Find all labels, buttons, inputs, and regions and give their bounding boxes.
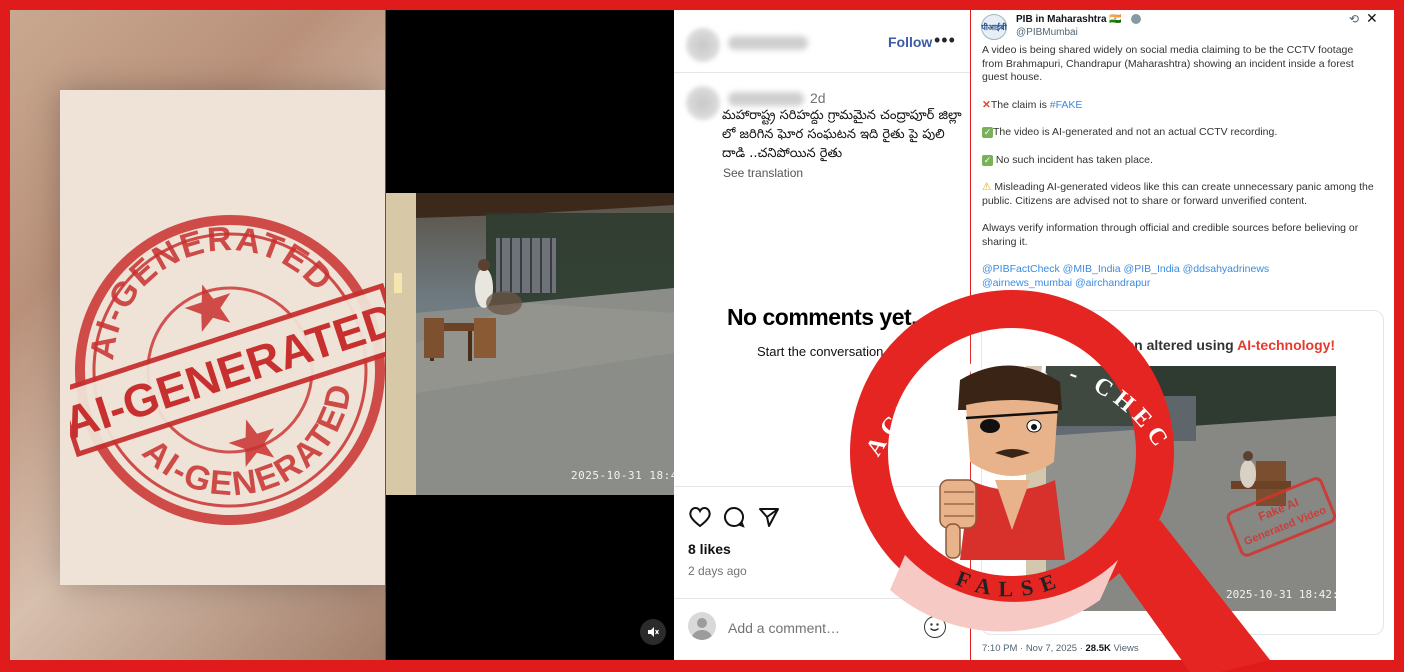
header-divider <box>674 72 970 73</box>
tweet-mentions: @PIBFactCheck @MIB_India @PIB_India @dds… <box>982 263 1377 290</box>
stamp-star-top <box>184 284 231 332</box>
tweet-time[interactable]: 7:10 PM · Nov 7, 2025 · <box>982 643 1086 654</box>
check-mark-icon: ✓ <box>982 127 993 139</box>
cctv-video-frame: 2025-10-31 18:42: <box>386 193 674 495</box>
tweet-meta: 7:10 PM · Nov 7, 2025 · 28.5K Views <box>982 643 1139 654</box>
tweet-warning: ⚠ Misleading AI-generated videos like th… <box>982 181 1377 208</box>
tweet-para-intro: A video is being shared widely on social… <box>982 44 1354 84</box>
collage-frame: AI-GENERATED AI-GENERATED AI-GENERATED 2… <box>0 0 1404 672</box>
author-username-blurred[interactable] <box>728 36 808 50</box>
media-video-frame[interactable]: Fake AI Generated Video 2025-10-31 18:42… <box>1026 366 1336 611</box>
fake-hashtag-link[interactable]: #FAKE <box>1050 99 1083 111</box>
stamp-image-panel: AI-GENERATED AI-GENERATED AI-GENERATED <box>10 10 385 660</box>
speaker-muted-icon[interactable] <box>640 619 666 645</box>
media-cctv-scene: Fake AI Generated Video 2025-10-31 18:42… <box>1026 366 1336 611</box>
post-date: 2 days ago <box>688 564 747 578</box>
video-player[interactable]: 2025-10-31 18:42: <box>386 10 674 660</box>
mentions-line-2[interactable]: @airnews_mumbai @airchandrapur <box>982 277 1150 289</box>
tweet-verify: Always verify information through offici… <box>982 222 1359 248</box>
tweet-body: A video is being shared widely on social… <box>982 44 1377 291</box>
warning-icon: ⚠ <box>982 180 992 193</box>
caption-avatar[interactable] <box>686 86 720 120</box>
video-duration: 0:13 <box>990 614 1016 626</box>
close-icon[interactable]: ✕ <box>1366 10 1378 27</box>
media-title: been altered using AI-technology! <box>1110 337 1335 353</box>
view-count: 28.5K <box>1085 643 1111 654</box>
tweet-media-card[interactable]: been altered using AI-technology! Fake A… <box>981 310 1384 635</box>
instagram-post: Follow ••• 2d మహారాష్ట్ర సరిహద్దు గ్రామమ… <box>674 10 970 660</box>
check-mark-icon: ✓ <box>982 154 993 166</box>
tweet-account-name[interactable]: PIB in Maharashtra 🇮🇳 <box>1016 14 1122 25</box>
account-name-text[interactable]: PIB in Maharashtra <box>1016 14 1107 25</box>
verified-badge-icon <box>1131 14 1141 24</box>
point-incident-text: No such incident has taken place. <box>995 153 1153 166</box>
video-timestamp: 2025-10-31 18:42: <box>571 469 674 482</box>
mentions-line-1[interactable]: @PIBFactCheck @MIB_India @PIB_India @dds… <box>982 263 1269 275</box>
tweet-point-incident: ✓ No such incident has taken place. <box>982 154 1377 168</box>
follow-button[interactable]: Follow <box>888 34 932 50</box>
claim-prefix: The claim is <box>990 98 1050 111</box>
actions-divider <box>674 486 970 487</box>
refresh-icon[interactable]: ⟲ <box>1349 12 1359 26</box>
comment-icon[interactable] <box>723 506 745 528</box>
likes-count[interactable]: 8 likes <box>688 541 731 557</box>
post-caption: మహారాష్ట్ర సరిహద్దు గ్రామమైన చంద్రాపూర్ … <box>722 108 962 161</box>
more-options-icon[interactable]: ••• <box>934 30 956 51</box>
no-comments-heading: No comments yet. <box>726 304 918 330</box>
add-comment-input[interactable]: Add a comment… <box>728 620 840 636</box>
media-title-prefix: been altered using <box>1110 337 1238 353</box>
emoji-icon[interactable] <box>924 616 946 638</box>
start-conversation-text: Start the conversation. <box>756 344 888 359</box>
caption-username-blurred[interactable] <box>728 92 804 106</box>
cctv-scene: 2025-10-31 18:42: <box>386 193 674 495</box>
media-title-highlight: AI-technology! <box>1237 337 1336 353</box>
tweet-claim-line: ✕The claim is #FAKE <box>982 99 1377 113</box>
views-label: Views <box>1110 643 1139 654</box>
ai-generated-stamp: AI-GENERATED AI-GENERATED AI-GENERATED <box>70 185 385 533</box>
like-heart-icon[interactable] <box>688 506 712 528</box>
cross-mark-icon: ✕ <box>982 98 991 111</box>
warning-text: Misleading AI-generated videos like this… <box>982 180 1374 207</box>
india-flag-icon: 🇮🇳 <box>1109 14 1122 25</box>
media-timestamp: 2025-10-31 18:42: <box>1226 588 1336 601</box>
tweet-point-ai: ✓ The video is AI-generated and not an ac… <box>982 126 1377 140</box>
comment-divider <box>674 598 970 599</box>
user-avatar-icon <box>688 612 716 640</box>
pib-tweet: पीआईबी PIB in Maharashtra 🇮🇳 @PIBMumbai … <box>971 10 1394 660</box>
pib-logo[interactable]: पीआईबी <box>981 14 1007 40</box>
author-avatar[interactable] <box>686 28 720 62</box>
point-ai-text: The video is AI-generated and not an act… <box>993 126 1278 139</box>
post-time: 2d <box>810 90 826 106</box>
share-icon[interactable] <box>758 506 780 528</box>
tweet-handle[interactable]: @PIBMumbai <box>1016 27 1078 38</box>
see-translation-link[interactable]: See translation <box>723 166 803 180</box>
